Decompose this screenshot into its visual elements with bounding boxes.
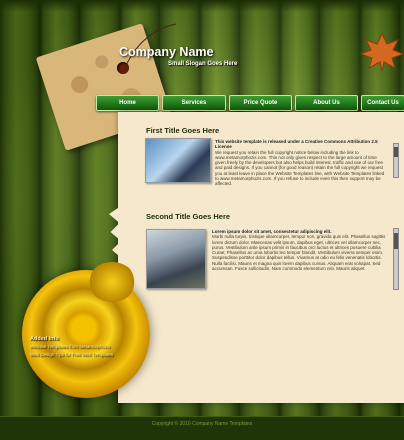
footer-bar <box>0 416 404 440</box>
section1-scrollbar[interactable] <box>393 143 399 178</box>
scrollbar-thumb[interactable] <box>394 233 398 249</box>
section2-text: Lorem ipsum dolor sit amet, consectetur … <box>212 229 392 271</box>
scrollbar-thumb[interactable] <box>394 147 398 157</box>
sidebar-title: Added Info <box>30 336 59 342</box>
section1-title: First Title Goes Here <box>146 126 220 135</box>
company-name: Company Name <box>119 45 214 59</box>
sidebar-text2[interactable]: Web Design Tips for Free Web Templates <box>30 352 113 357</box>
section1-lead: This website template is released under … <box>215 139 378 150</box>
yellow-rose-petal <box>88 262 136 302</box>
section1-image <box>145 138 211 183</box>
section2-body: Morbi nulla turpis, tristique ullamcorpe… <box>212 234 386 272</box>
nav-contact-us[interactable]: Contact Us <box>361 95 404 111</box>
nav-services[interactable]: Services <box>162 95 226 111</box>
nav-home[interactable]: Home <box>96 95 159 111</box>
section2-lead: Lorem ipsum dolor sit amet, consectetur … <box>212 229 332 234</box>
section2-image <box>146 229 206 289</box>
footer-text: Copyright © 2010 Company Name Templates <box>151 421 253 427</box>
section1-text: This website template is released under … <box>215 139 387 187</box>
nav-price-quote[interactable]: Price Quote <box>229 95 292 111</box>
section2-scrollbar[interactable] <box>393 228 399 290</box>
top-shadow <box>0 0 404 12</box>
sidebar-text[interactable]: Website Templates from Metamorphozis <box>30 344 116 349</box>
maple-leaf-icon <box>360 32 404 72</box>
section1-body: We request you retain the full copyright… <box>215 149 385 187</box>
slogan: Small Slogan Goes Here <box>168 61 238 67</box>
nav-about-us[interactable]: About Us <box>295 95 358 111</box>
section2-title: Second Title Goes Here <box>146 212 231 221</box>
